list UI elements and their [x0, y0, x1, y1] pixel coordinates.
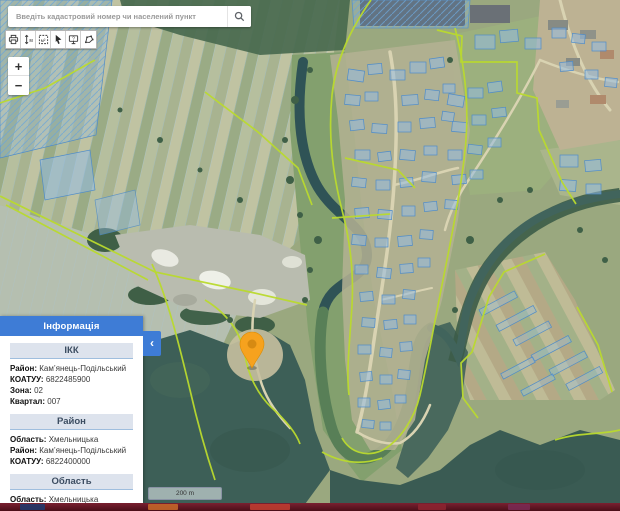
zoom-in-button[interactable]: + — [8, 57, 29, 76]
identify-button[interactable]: ? — [66, 31, 81, 48]
section-title-raion: Район — [10, 414, 133, 430]
printer-icon — [8, 34, 19, 45]
scale-label: 200 m — [176, 490, 194, 497]
info-row: Квартал: 007 — [0, 396, 143, 407]
cursor-icon — [53, 34, 64, 45]
info-row: Область: Хмельницька — [0, 494, 143, 503]
scale-bar: 200 m — [148, 487, 222, 500]
section-title-oblast: Область — [10, 474, 133, 490]
zoom-out-button[interactable]: − — [8, 76, 29, 95]
measure-area-button[interactable]: м² — [36, 31, 51, 48]
polygon-button[interactable] — [81, 31, 96, 48]
map-toolbar: м м² ? — [5, 30, 97, 49]
svg-text:м: м — [29, 38, 33, 44]
info-panel-title: Інформація — [0, 316, 143, 336]
info-row: Область: Хмельницька — [0, 434, 143, 445]
measure-length-icon: м — [23, 34, 34, 45]
svg-text:м²: м² — [40, 38, 45, 43]
search-icon — [234, 11, 245, 22]
section-title-ikk: ІКК — [10, 343, 133, 359]
measure-area-icon: м² — [38, 34, 49, 45]
search-input[interactable] — [8, 6, 227, 27]
info-row: КОАТУУ: 6822400000 — [0, 456, 143, 467]
identify-monitor-icon: ? — [68, 34, 79, 45]
chevron-left-icon: ‹ — [150, 336, 154, 350]
info-panel: Інформація ІКК Район: Кам’янець-Подільсь… — [0, 316, 143, 503]
pointer-button[interactable] — [51, 31, 66, 48]
taskbar-sliver — [0, 503, 620, 511]
svg-text:?: ? — [72, 36, 75, 42]
measure-length-button[interactable]: м — [21, 31, 36, 48]
zoom-control: + − — [8, 57, 29, 95]
map-viewport: м м² ? + − Інформація ІКК Район: Кам’яне… — [0, 0, 620, 511]
print-button[interactable] — [6, 31, 21, 48]
search-bar — [8, 6, 251, 27]
info-row: КОАТУУ: 6822485900 — [0, 374, 143, 385]
search-button[interactable] — [227, 6, 251, 27]
panel-collapse-button[interactable]: ‹ — [143, 331, 161, 356]
polygon-icon — [83, 34, 95, 45]
info-row: Район: Кам’янець-Подільський — [0, 445, 143, 456]
info-row: Район: Кам’янець-Подільський — [0, 363, 143, 374]
info-row: Зона: 02 — [0, 385, 143, 396]
